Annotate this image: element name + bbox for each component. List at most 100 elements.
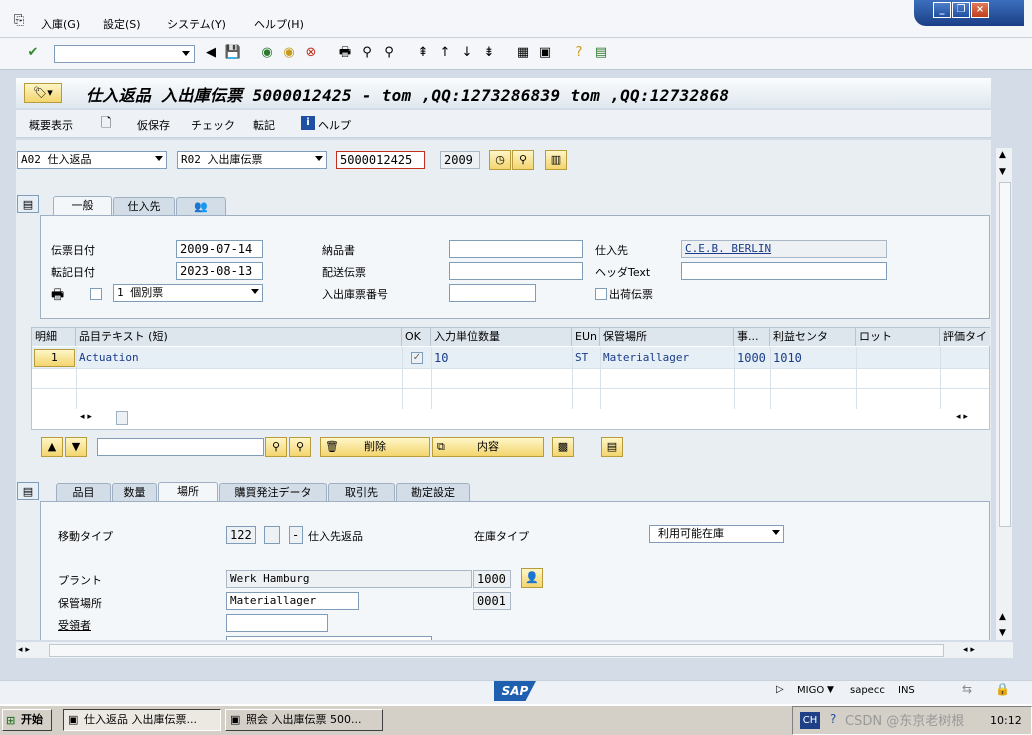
content-button[interactable]: ⧉ 内容: [432, 437, 544, 457]
prev-page-icon[interactable]: ↑: [436, 44, 454, 62]
grid-icon[interactable]: ▥: [545, 150, 567, 170]
movement-sign-field[interactable]: -: [289, 526, 303, 544]
print-option-dropdown[interactable]: 1 個別票: [113, 284, 263, 302]
status-toggle-icon[interactable]: ▷: [776, 684, 784, 695]
print-checkbox[interactable]: [90, 288, 102, 300]
tab-partner-detail[interactable]: 取引先: [328, 483, 395, 501]
tag-icon[interactable]: 🏷▾: [24, 83, 62, 103]
menu-settings[interactable]: 設定(S): [103, 16, 141, 32]
reference-dropdown[interactable]: R02 入出庫伝票: [177, 151, 327, 169]
shipping-doc-checkbox[interactable]: [595, 288, 607, 300]
layout-icon[interactable]: ▤: [592, 44, 610, 62]
tab-quantity[interactable]: 数量: [112, 483, 157, 501]
grid-find-next-icon[interactable]: ⚲: [289, 437, 311, 457]
sloc-name-input[interactable]: Materiallager: [226, 592, 359, 610]
row-col7[interactable]: 1000: [734, 348, 770, 368]
col-sloc[interactable]: 保管場所: [600, 328, 734, 346]
doc-date-input[interactable]: 2009-07-14: [176, 240, 263, 258]
row-sloc[interactable]: Materiallager: [600, 348, 734, 368]
enter-icon[interactable]: ✔: [24, 44, 42, 62]
new-doc-icon[interactable]: 🗋: [101, 114, 111, 136]
plant-address-icon[interactable]: 👤: [521, 568, 543, 588]
col-line[interactable]: 明細: [32, 328, 76, 346]
menu-help[interactable]: ヘルプ(H): [254, 16, 304, 32]
tab-material[interactable]: 品目: [56, 483, 111, 501]
movement-type-field[interactable]: 122: [226, 526, 256, 544]
settings-icon[interactable]: ▩: [552, 437, 574, 457]
tab-general[interactable]: 一般: [53, 196, 112, 215]
first-page-icon[interactable]: ⇞: [414, 44, 432, 62]
row-line-button[interactable]: 1: [34, 349, 75, 367]
row-unit[interactable]: ST: [572, 348, 600, 368]
back-icon[interactable]: ◉: [258, 44, 276, 62]
print-icon[interactable]: 🖶: [336, 44, 354, 62]
expand-header-icon[interactable]: ▤: [17, 195, 39, 213]
close-icon[interactable]: ×: [971, 2, 989, 18]
grid-find-icon[interactable]: ⚲: [265, 437, 287, 457]
help-tray-icon[interactable]: ?: [830, 712, 836, 726]
collapse-icon[interactable]: ◀: [202, 44, 220, 62]
stock-type-dropdown[interactable]: 利用可能在庫: [649, 525, 784, 543]
language-indicator[interactable]: CH: [800, 712, 820, 729]
minimize-icon[interactable]: _: [933, 2, 951, 18]
post-button[interactable]: 転記: [253, 117, 275, 133]
year-field[interactable]: 2009: [440, 151, 480, 169]
last-page-icon[interactable]: ⇟: [480, 44, 498, 62]
gr-slip-input[interactable]: [449, 284, 536, 302]
scroll-up-icon[interactable]: ▲: [999, 150, 1006, 160]
col-unit[interactable]: EUn: [572, 328, 600, 346]
cancel-icon[interactable]: ⊗: [302, 44, 320, 62]
row-text[interactable]: Actuation: [76, 348, 402, 368]
hold-button[interactable]: 仮保存: [137, 117, 170, 133]
help-button[interactable]: ヘルプ: [318, 117, 351, 133]
transaction-code[interactable]: MIGO: [797, 685, 824, 696]
tab-account[interactable]: 勘定設定: [396, 483, 470, 501]
check-button[interactable]: チェック: [191, 117, 235, 133]
menu-goods-receipt[interactable]: 入庫(G): [41, 16, 80, 32]
task-button-1[interactable]: ▣ 仕入返品 入出庫伝票...: [63, 709, 221, 731]
plant-name-field[interactable]: Werk Hamburg: [226, 570, 472, 588]
next-page-icon[interactable]: ↓: [458, 44, 476, 62]
shortcut-icon[interactable]: ▣: [536, 44, 554, 62]
scroll-left-icon[interactable]: ◂ ▸: [18, 645, 30, 655]
search-icon[interactable]: ⚲: [512, 150, 534, 170]
action-dropdown[interactable]: A02 仕入返品: [17, 151, 167, 169]
scroll-right-icon[interactable]: ◂ ▸: [963, 645, 975, 655]
vendor-field[interactable]: C.E.B. BERLIN: [681, 240, 887, 258]
save-icon[interactable]: 💾: [224, 44, 242, 62]
grid-scroll-thumb[interactable]: [116, 411, 128, 425]
doc-number-input[interactable]: 5000012425: [336, 151, 425, 169]
print-icon[interactable]: 🖶: [51, 284, 64, 308]
col-text[interactable]: 品目テキスト (短): [76, 328, 402, 346]
transaction-dropdown-icon[interactable]: ▼: [827, 685, 834, 695]
tab-po-data[interactable]: 購買発注データ: [219, 483, 327, 501]
posting-date-input[interactable]: 2023-08-13: [176, 262, 263, 280]
tab-vendor[interactable]: 仕入先: [113, 197, 175, 215]
scroll-up2-icon[interactable]: ▲: [999, 612, 1006, 622]
restore-icon[interactable]: ❐: [952, 2, 970, 18]
exit-icon[interactable]: ◉: [280, 44, 298, 62]
tab-partner[interactable]: 👥: [176, 197, 226, 215]
row-qty[interactable]: 10: [431, 348, 572, 368]
help-icon[interactable]: ?: [570, 44, 588, 62]
lock-icon[interactable]: 🔒: [995, 682, 1010, 696]
delete-button[interactable]: 🗑 削除: [320, 437, 430, 457]
grid-search-input[interactable]: [97, 438, 264, 456]
menu-icon[interactable]: ⎘: [14, 13, 24, 28]
delivery-note-input[interactable]: [449, 240, 583, 258]
header-text-input[interactable]: [681, 262, 887, 280]
grid-scroll-left-icon[interactable]: ◂ ▸: [80, 412, 92, 422]
col-7[interactable]: 事...: [734, 328, 770, 346]
col-profit-center[interactable]: 利益センタ: [770, 328, 856, 346]
scroll-down-icon[interactable]: ▼: [999, 167, 1006, 177]
col-batch[interactable]: ロット: [856, 328, 940, 346]
overview-button[interactable]: 概要表示: [29, 117, 73, 133]
vertical-scroll-thumb[interactable]: [999, 182, 1011, 527]
col-qty[interactable]: 入力単位数量: [431, 328, 572, 346]
recipient-input[interactable]: [226, 614, 328, 632]
movement-type-extra[interactable]: [264, 526, 280, 544]
tab-where[interactable]: 場所: [158, 482, 218, 501]
sloc-code-field[interactable]: 0001: [473, 592, 511, 610]
grid-scroll-right-icon[interactable]: ◂ ▸: [956, 412, 968, 422]
col-valuation[interactable]: 評価タイ: [940, 328, 990, 346]
